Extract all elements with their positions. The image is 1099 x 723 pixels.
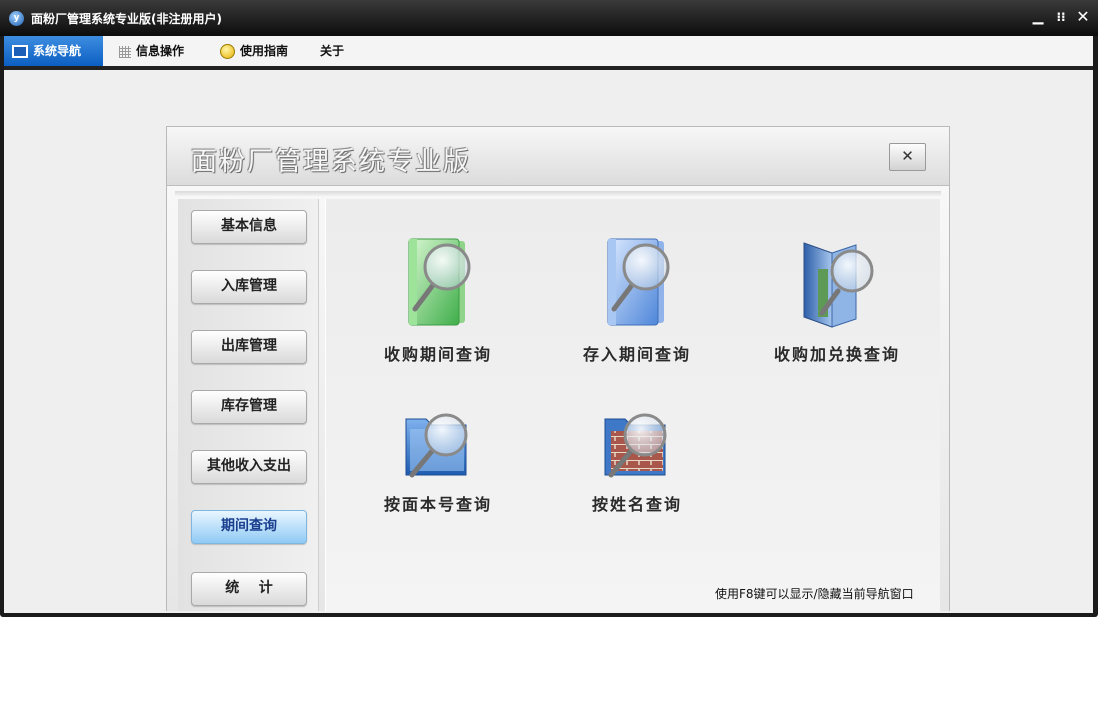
- panel-header: 面粉厂管理系统专业版 ✕: [167, 127, 949, 186]
- menu-bar: 系统导航 信息操作 使用指南 关于: [4, 36, 1093, 70]
- panel-title: 面粉厂管理系统专业版: [191, 147, 472, 177]
- tab-label: 信息操作: [136, 44, 185, 58]
- nav-outbound-button[interactable]: 出库管理: [191, 330, 307, 364]
- monitor-icon: [12, 45, 28, 58]
- tab-user-guide[interactable]: 使用指南: [212, 36, 307, 66]
- tab-system-navigation[interactable]: 系统导航: [4, 36, 103, 66]
- blue-folder-search-icon: [405, 413, 468, 478]
- grid-icon: [119, 45, 131, 58]
- nav-period-query-button[interactable]: 期间查询: [191, 510, 307, 544]
- nav-statistics-button[interactable]: 统 计: [191, 572, 307, 606]
- nav-other-income-expense-button[interactable]: 其他收入支出: [191, 450, 307, 484]
- brick-folder-search-icon: [604, 413, 667, 478]
- window-title: 面粉厂管理系统专业版(非注册用户): [31, 12, 222, 26]
- restore-button[interactable]: ⁝⁝: [1052, 8, 1070, 26]
- tab-about[interactable]: 关于: [312, 36, 358, 66]
- tab-label: 使用指南: [240, 44, 289, 58]
- close-window-button[interactable]: ✕: [1074, 8, 1092, 26]
- query-by-flour-book-number[interactable]: 按面本号查询: [353, 405, 523, 515]
- nav-inventory-button[interactable]: 库存管理: [191, 390, 307, 424]
- navigation-panel: 面粉厂管理系统专业版 ✕ 基本信息 入库管理 出库管理 库存管理 其他收入支出 …: [166, 126, 950, 611]
- query-purchase-exchange[interactable]: 收购加兑换查询: [752, 239, 922, 365]
- f8-hint-text: 使用F8键可以显示/隐藏当前导航窗口: [715, 587, 914, 601]
- sidebar: 基本信息 入库管理 出库管理 库存管理 其他收入支出 期间查询 统 计: [178, 199, 319, 611]
- tab-label: 关于: [320, 44, 345, 58]
- query-label: 按姓名查询: [591, 495, 682, 514]
- minimize-button[interactable]: ▁: [1029, 8, 1047, 26]
- green-book-search-icon: [408, 238, 471, 326]
- query-deposit-period[interactable]: 存入期间查询: [552, 235, 722, 365]
- query-purchase-period[interactable]: 收购期间查询: [353, 235, 523, 365]
- open-book-search-icon: [803, 242, 874, 328]
- query-label: 按面本号查询: [383, 495, 492, 514]
- query-label: 收购加兑换查询: [773, 345, 900, 364]
- bulb-icon: [220, 44, 235, 59]
- app-window: y 面粉厂管理系统专业版(非注册用户) ▁ ⁝⁝ ✕ 系统导航 信息操作 使用指…: [0, 0, 1098, 617]
- title-bar[interactable]: y 面粉厂管理系统专业版(非注册用户) ▁ ⁝⁝ ✕: [0, 0, 1098, 36]
- query-by-name[interactable]: 按姓名查询: [552, 405, 722, 515]
- query-area: 收购期间查询 存入期间查询 收购加兑换查询 按面本号查询 按姓名查询: [325, 199, 940, 611]
- nav-inbound-button[interactable]: 入库管理: [191, 270, 307, 304]
- panel-close-button[interactable]: ✕: [889, 143, 926, 171]
- divider: [175, 191, 941, 196]
- query-label: 存入期间查询: [582, 345, 691, 364]
- tab-info-operations[interactable]: 信息操作: [111, 36, 205, 66]
- nav-basic-info-button[interactable]: 基本信息: [191, 210, 307, 244]
- blue-book-search-icon: [607, 238, 670, 326]
- query-label: 收购期间查询: [383, 345, 492, 364]
- app-logo-icon: y: [9, 11, 24, 26]
- tab-label: 系统导航: [33, 44, 82, 58]
